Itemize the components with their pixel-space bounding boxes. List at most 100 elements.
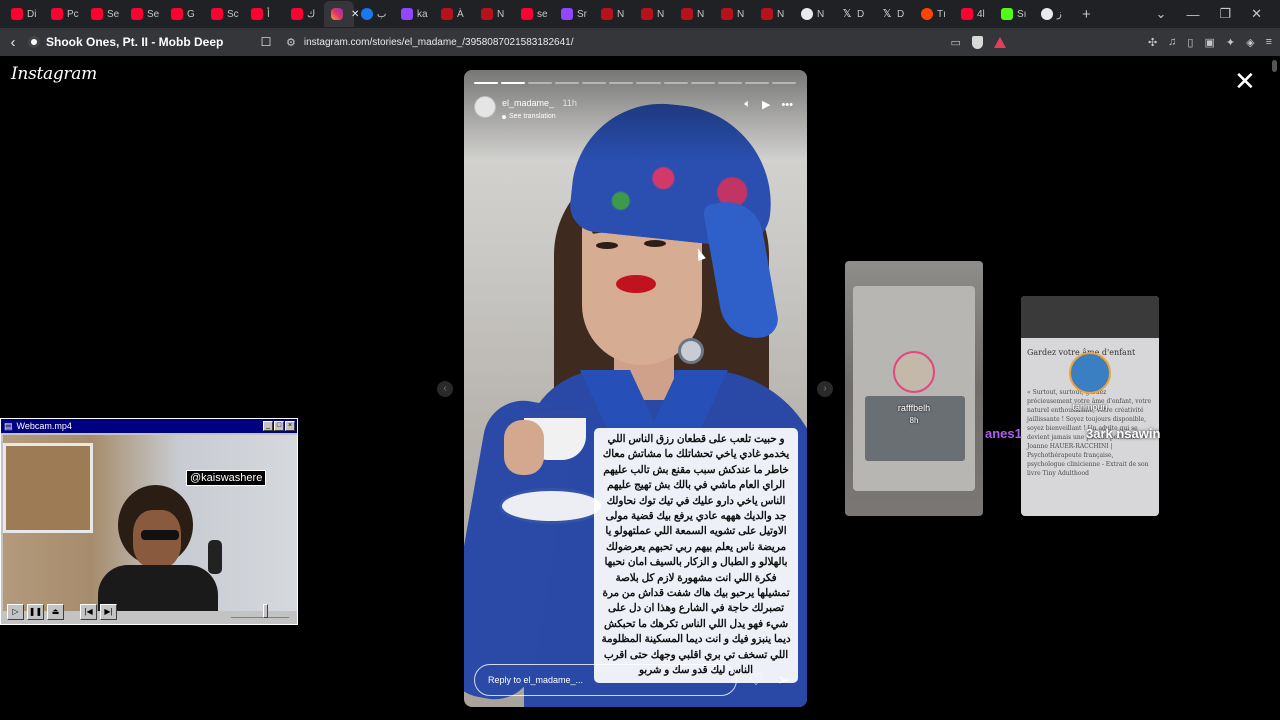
see-translation-link[interactable]: See translation (502, 113, 577, 120)
more-options-icon[interactable]: ••• (781, 99, 793, 111)
browser-tab[interactable]: ب (354, 1, 394, 27)
site-info-icon[interactable]: ⚙ (286, 36, 296, 49)
instagram-logo[interactable]: Instagram (11, 64, 97, 84)
youtube-icon (91, 8, 103, 20)
bookmark-icon[interactable]: ☐ (256, 35, 276, 49)
tab-label: Pc (67, 8, 79, 20)
browser-tab[interactable]: G (164, 1, 204, 27)
progress-segment (501, 82, 526, 84)
heart-icon[interactable]: ♡ (747, 670, 765, 690)
browser-tab[interactable]: À (434, 1, 474, 27)
leo-icon[interactable]: ✦ (1226, 36, 1235, 49)
browser-tab[interactable]: Se (124, 1, 164, 27)
webcam-window[interactable]: ▤ Webcam.mp4 _ □ × @kaiswashere ▷ ❚❚ ⏏ |… (0, 418, 298, 625)
browser-tab[interactable]: N (754, 1, 794, 27)
close-story-button[interactable]: ✕ (1234, 68, 1256, 94)
minimize-window-icon[interactable]: — (1186, 7, 1199, 22)
story-caption: و حبيت تلعب على قطعان رزق الناس اللي يخد… (594, 428, 798, 683)
avatar[interactable] (474, 95, 496, 118)
slider-thumb[interactable] (263, 604, 268, 618)
preview-username: tanmoun (1072, 402, 1108, 412)
url-text: instagram.com/stories/el_madame_/3958087… (303, 36, 574, 48)
browser-tab[interactable]: ك (284, 1, 324, 27)
browser-tab[interactable]: N (474, 1, 514, 27)
minimize-button[interactable]: _ (263, 421, 273, 431)
next-button[interactable]: ▶| (100, 604, 117, 620)
story-username[interactable]: el_madame_ (502, 98, 554, 108)
browser-tab[interactable]: 4l (954, 1, 994, 27)
browser-tab[interactable]: ز (1034, 1, 1074, 27)
scrollbar[interactable] (1272, 60, 1277, 72)
extensions-icon[interactable]: ✣ (1148, 36, 1157, 49)
progress-segment (555, 82, 580, 84)
twitch-icon (401, 8, 413, 20)
share-icon[interactable]: ➢ (775, 670, 793, 690)
sidebar-icon[interactable]: ▯ (1187, 36, 1193, 49)
tab-label: 4l (977, 8, 985, 20)
play-button[interactable]: ▷ (7, 604, 24, 620)
next-story-button[interactable]: › (817, 381, 833, 397)
browser-tab[interactable]: N (594, 1, 634, 27)
tab-label: Sı (1017, 8, 1027, 20)
pause-button[interactable]: ❚❚ (27, 604, 44, 620)
browser-tab[interactable]: Di (4, 1, 44, 27)
progress-segment (474, 82, 499, 84)
youtube-icon (51, 8, 63, 20)
browser-tab[interactable]: 𝕏D (874, 1, 914, 27)
close-window-icon[interactable]: ✕ (1251, 6, 1262, 22)
browser-tab[interactable]: أ (244, 1, 284, 27)
kick-icon (1001, 8, 1013, 20)
cast-icon[interactable]: ▭ (951, 36, 961, 49)
tab-label: se (537, 8, 548, 20)
browser-tab[interactable]: Sr (554, 1, 594, 27)
restore-window-icon[interactable]: ❐ (1219, 6, 1231, 22)
eject-button[interactable]: ⏏ (47, 604, 64, 620)
youtube-icon (171, 8, 183, 20)
browser-tab[interactable]: Pc (44, 1, 84, 27)
tab-label: Sc (227, 8, 239, 20)
browser-tab[interactable]: se (514, 1, 554, 27)
next-story-preview[interactable]: rafffbelh 8h (845, 261, 983, 516)
youtube-icon (131, 8, 143, 20)
browser-tab[interactable]: Sc (204, 1, 244, 27)
browser-tab[interactable]: ka (394, 1, 434, 27)
address-field[interactable]: ⚙ instagram.com/stories/el_madame_/39580… (286, 36, 926, 49)
back-button[interactable]: ‹ (0, 34, 26, 51)
tab-label: Se (147, 8, 160, 20)
story-author[interactable]: el_madame_ 11h See translation (474, 93, 577, 120)
previous-button[interactable]: |◀ (80, 604, 97, 620)
maximize-button[interactable]: □ (274, 421, 284, 431)
story-time: 11h (562, 98, 577, 108)
photo-brooch (678, 338, 704, 364)
vpn-icon[interactable]: ◈ (1246, 36, 1254, 49)
wallet-icon[interactable]: ▣ (1204, 36, 1214, 49)
menu-icon[interactable]: ≡ (1266, 36, 1272, 48)
next-story-preview[interactable]: Gardez votre âme d'enfant « Surtout, sur… (1021, 296, 1159, 516)
new-tab-button[interactable]: + (1082, 6, 1091, 23)
browser-tab[interactable]: N (674, 1, 714, 27)
tab-label: أ (267, 8, 270, 20)
tab-search-icon[interactable]: ⌄ (1156, 6, 1167, 22)
prev-story-button[interactable]: ‹ (437, 381, 453, 397)
volume-icon[interactable]: 🔈︎ (744, 98, 751, 111)
brave-shield-icon[interactable] (971, 35, 983, 49)
window-titlebar[interactable]: ▤ Webcam.mp4 _ □ × (1, 419, 297, 433)
browser-tab[interactable]: Se (84, 1, 124, 27)
close-button[interactable]: × (285, 421, 295, 431)
stream-overlay-name: 3ark nsawin (1086, 426, 1161, 441)
reply-placeholder: Reply to el_madame_... (488, 675, 584, 685)
browser-tab[interactable]: N (714, 1, 754, 27)
browser-tab[interactable]: Tı (914, 1, 954, 27)
browser-tab[interactable]: N (794, 1, 834, 27)
browser-tab[interactable]: 𝕏D (834, 1, 874, 27)
media-control[interactable]: Shook Ones, Pt. II - Mobb Deep (26, 35, 256, 49)
reply-input[interactable]: Reply to el_madame_... (474, 664, 737, 696)
volume-slider[interactable] (231, 604, 289, 618)
music-icon[interactable]: ♫ (1168, 36, 1176, 48)
browser-tab[interactable]: N (634, 1, 674, 27)
brave-rewards-icon[interactable] (993, 36, 1006, 48)
story-viewer[interactable]: ✝ el_madame_ 11h See translation (464, 70, 807, 707)
browser-tab[interactable]: ✕ (324, 1, 359, 27)
play-icon[interactable]: ▶ (762, 98, 770, 111)
browser-tab[interactable]: Sı (994, 1, 1034, 27)
